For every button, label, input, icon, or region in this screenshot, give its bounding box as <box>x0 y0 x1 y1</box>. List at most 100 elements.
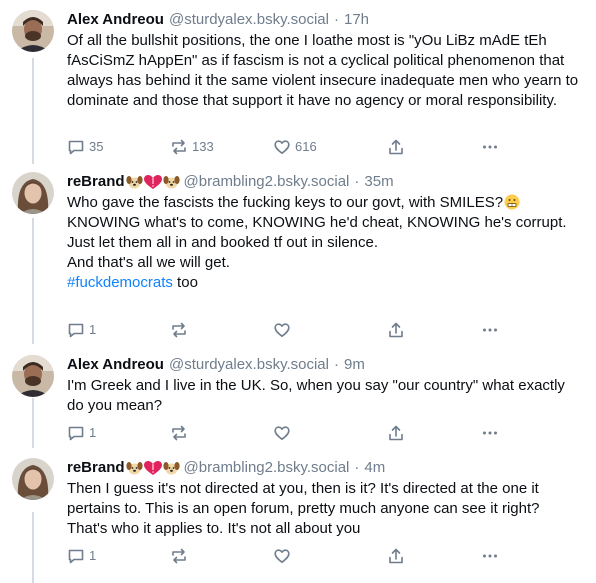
share-button[interactable] <box>387 137 405 157</box>
repost-button[interactable]: 133 <box>170 137 214 157</box>
author-name[interactable]: Alex Andreou <box>67 10 164 30</box>
repost-icon <box>172 548 186 564</box>
repost-icon <box>172 425 186 441</box>
man-portrait-avatar-icon <box>12 10 54 52</box>
more-options-icon <box>483 328 497 332</box>
author-name[interactable]: reBrand <box>67 172 125 192</box>
post-actions: 1 <box>67 320 507 340</box>
heart-exclamation-icon <box>143 461 162 475</box>
author-name[interactable]: Alex Andreou <box>67 355 164 375</box>
post-header: reBrand @brambling2.bsky.social · 4m <box>67 458 582 478</box>
share-icon <box>389 322 403 338</box>
share-icon <box>389 548 403 564</box>
like-button[interactable]: 616 <box>273 137 317 157</box>
post-text: I'm Greek and I live in the UK. So, when… <box>67 376 582 416</box>
more-options-button[interactable] <box>481 320 499 340</box>
author-emoji <box>125 460 180 476</box>
repost-count: 133 <box>192 139 214 154</box>
post-text-line: Just let them all in and booked tf out i… <box>67 234 379 251</box>
avatar[interactable] <box>12 355 54 397</box>
reply-button[interactable]: 1 <box>67 546 96 566</box>
author-handle[interactable]: @sturdyalex.bsky.social <box>169 10 329 30</box>
more-options-icon <box>483 554 497 558</box>
more-options-button[interactable] <box>481 423 499 443</box>
post-text-line: Who gave the fascists the fucking keys t… <box>67 193 582 213</box>
post-text-line: KNOWING what's to come, KNOWING he'd che… <box>67 214 567 231</box>
reply-button[interactable]: 1 <box>67 320 96 340</box>
heart-icon <box>274 323 290 337</box>
more-options-button[interactable] <box>481 546 499 566</box>
like-button[interactable] <box>273 546 295 566</box>
post[interactable]: Alex Andreou @sturdyalex.bsky.social · 9… <box>0 355 596 447</box>
reply-button[interactable]: 35 <box>67 137 103 157</box>
reply-button[interactable]: 1 <box>67 423 96 443</box>
heart-exclamation-icon <box>143 175 162 189</box>
author-handle[interactable]: @sturdyalex.bsky.social <box>169 355 329 375</box>
post-text-segment: too <box>172 274 198 291</box>
separator: · <box>354 173 360 190</box>
woman-portrait-avatar-icon <box>12 458 54 500</box>
reply-count: 1 <box>89 322 97 337</box>
avatar[interactable] <box>12 172 54 214</box>
post-time[interactable]: 35m <box>364 172 393 192</box>
author-handle[interactable]: @brambling2.bsky.social <box>184 458 350 478</box>
dog-face-icon <box>125 176 143 189</box>
post-text: Of all the bullshit positions, the one I… <box>67 31 582 111</box>
post-actions: 1 <box>67 423 507 443</box>
like-button[interactable] <box>273 423 295 443</box>
share-button[interactable] <box>387 546 405 566</box>
post-actions: 35 133 616 <box>67 137 507 157</box>
reply-count: 35 <box>89 139 104 154</box>
more-options-icon <box>483 431 497 435</box>
repost-icon <box>172 139 186 155</box>
heart-icon <box>274 426 290 440</box>
post-header: reBrand @brambling2.bsky.social · 35m <box>67 172 582 192</box>
post-text: Then I guess it's not directed at you, t… <box>67 479 582 539</box>
like-button[interactable] <box>273 320 295 340</box>
grimacing-face-emoji-icon <box>504 194 520 210</box>
post-time[interactable]: 17h <box>344 10 369 30</box>
more-options-icon <box>483 145 497 149</box>
reply-icon <box>68 549 84 564</box>
separator: · <box>333 356 339 373</box>
post-text-line: #fuckdemocrats too <box>67 273 582 293</box>
post[interactable]: Alex Andreou @sturdyalex.bsky.social · 1… <box>0 10 596 165</box>
more-options-button[interactable] <box>481 137 499 157</box>
man-portrait-avatar-icon <box>12 355 54 397</box>
repost-button[interactable] <box>170 546 192 566</box>
author-name[interactable]: reBrand <box>67 458 125 478</box>
author-handle[interactable]: @brambling2.bsky.social <box>184 172 350 192</box>
post[interactable]: reBrand @brambling2.bsky.social · 4m The… <box>0 458 596 573</box>
dog-face-icon <box>162 176 180 189</box>
hashtag-link[interactable]: #fuckdemocrats <box>67 274 173 291</box>
post-text: Who gave the fascists the fucking keys t… <box>67 193 582 293</box>
post-text-line: I'm Greek and I live in the UK. So, when… <box>67 377 565 414</box>
like-count: 616 <box>295 139 317 154</box>
post-header: Alex Andreou @sturdyalex.bsky.social · 1… <box>67 10 582 30</box>
heart-icon <box>274 140 290 154</box>
repost-icon <box>172 322 186 338</box>
heart-icon <box>274 549 290 563</box>
separator: · <box>354 459 360 476</box>
reply-icon <box>68 426 84 441</box>
share-button[interactable] <box>387 423 405 443</box>
share-icon <box>389 425 403 441</box>
repost-button[interactable] <box>170 423 192 443</box>
post-text-line: Of all the bullshit positions, the one I… <box>67 32 579 109</box>
author-emoji <box>125 174 180 190</box>
share-button[interactable] <box>387 320 405 340</box>
dog-face-icon <box>162 462 180 475</box>
post-time[interactable]: 9m <box>344 355 365 375</box>
post-text-line: And that's all we will get. <box>67 254 230 271</box>
post-actions: 1 <box>67 546 507 566</box>
repost-button[interactable] <box>170 320 192 340</box>
dog-face-icon <box>125 462 143 475</box>
separator: · <box>333 11 339 28</box>
avatar[interactable] <box>12 458 54 500</box>
share-icon <box>389 139 403 155</box>
post-text-line: Then I guess it's not directed at you, t… <box>67 480 540 537</box>
post[interactable]: reBrand @brambling2.bsky.social · 35m Wh… <box>0 172 596 340</box>
avatar[interactable] <box>12 10 54 52</box>
post-header: Alex Andreou @sturdyalex.bsky.social · 9… <box>67 355 582 375</box>
post-time[interactable]: 4m <box>364 458 385 478</box>
